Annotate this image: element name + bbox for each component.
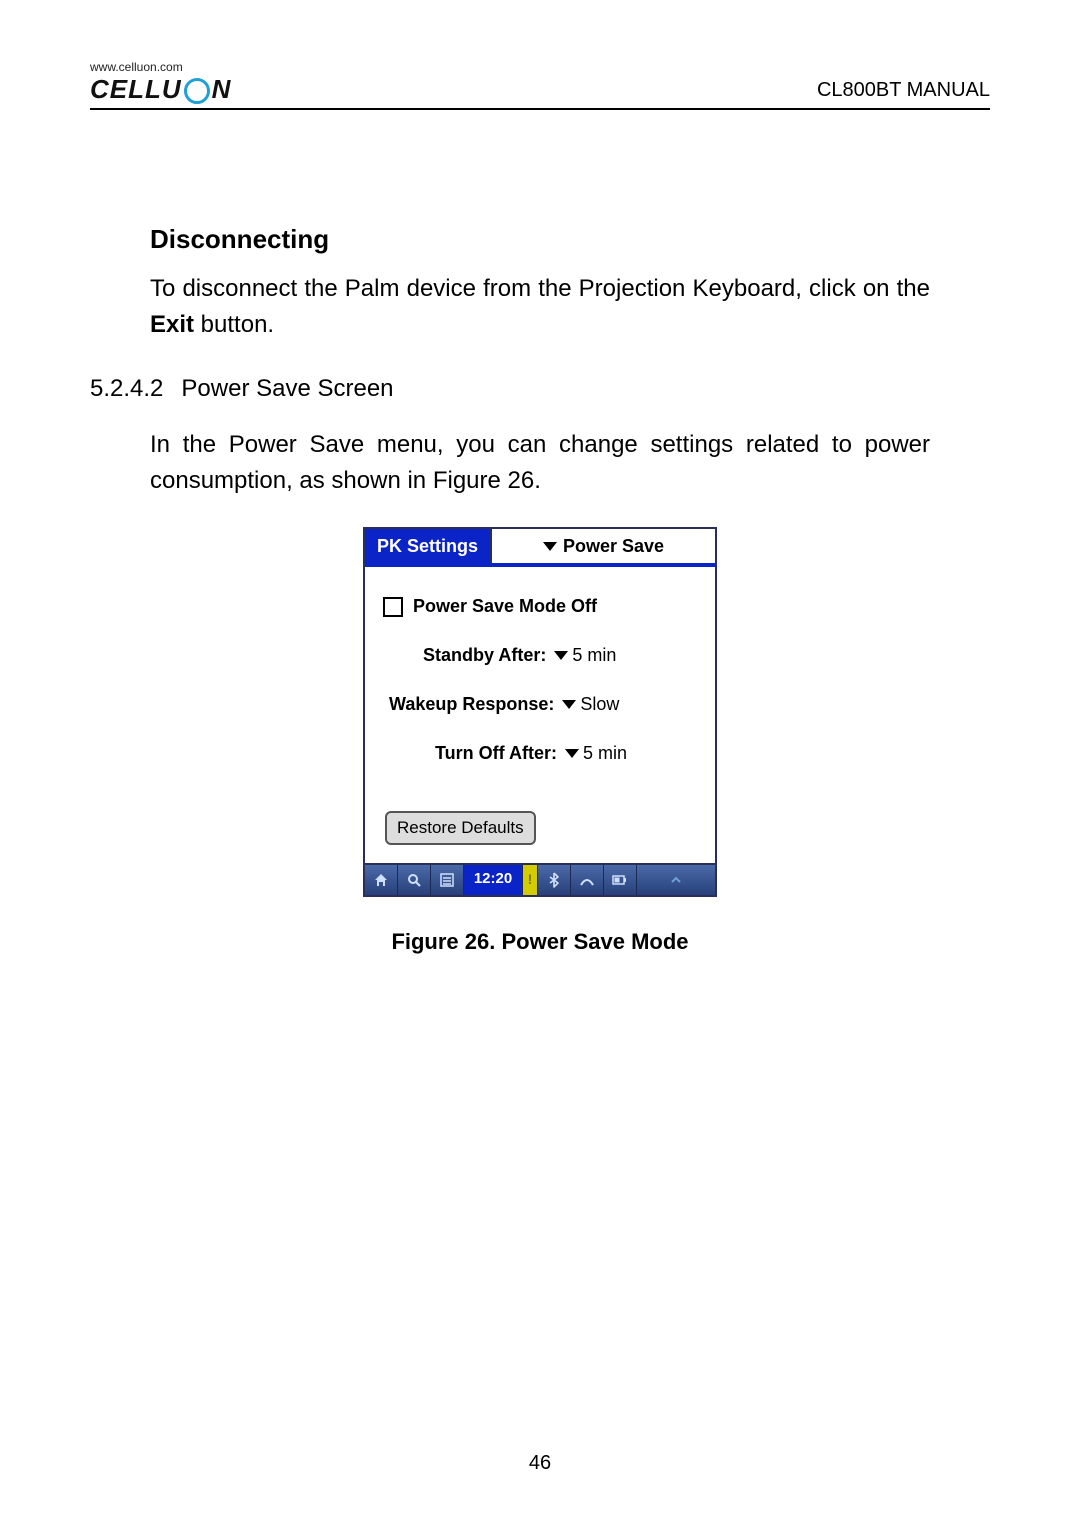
search-icon[interactable] xyxy=(398,865,431,895)
wakeup-response-label: Wakeup Response: xyxy=(389,691,554,718)
para-disconnect-exit: Exit xyxy=(150,311,194,338)
palm-title-app[interactable]: PK Settings xyxy=(365,529,490,563)
logo-text-left: CELLU xyxy=(90,76,182,102)
section-number: 5.2.4.2 xyxy=(90,375,163,402)
checkbox-icon[interactable] xyxy=(383,597,403,617)
standby-after-label: Standby After: xyxy=(423,642,546,669)
para-powersave: In the Power Save menu, you can change s… xyxy=(150,427,930,499)
chevron-down-icon xyxy=(565,749,579,758)
chevron-down-icon xyxy=(554,651,568,660)
row-power-save-mode[interactable]: Power Save Mode Off xyxy=(383,593,697,620)
standby-after-value: 5 min xyxy=(572,642,616,669)
menu-icon[interactable] xyxy=(431,865,464,895)
row-standby-after[interactable]: Standby After: 5 min xyxy=(383,642,697,669)
bluetooth-icon[interactable] xyxy=(538,865,571,895)
page-content: Disconnecting To disconnect the Palm dev… xyxy=(90,110,990,958)
wakeup-response-value: Slow xyxy=(580,691,619,718)
turn-off-after-value: 5 min xyxy=(583,740,627,767)
restore-defaults-button[interactable]: Restore Defaults xyxy=(385,811,536,845)
section-title: Power Save Screen xyxy=(181,375,393,402)
palm-title-menu-label: Power Save xyxy=(563,533,664,560)
alert-icon[interactable]: ! xyxy=(523,865,538,895)
expand-icon[interactable] xyxy=(637,865,715,895)
chevron-down-icon xyxy=(562,700,576,709)
palm-body: Power Save Mode Off Standby After: 5 min… xyxy=(365,567,715,863)
palm-titlebar: PK Settings Power Save xyxy=(365,529,715,563)
para-disconnect-a: To disconnect the Palm device from the P… xyxy=(150,275,930,302)
palm-title-menu[interactable]: Power Save xyxy=(490,529,715,563)
palm-taskbar: 12:20 ! xyxy=(365,863,715,895)
doc-title: CL800BT MANUAL xyxy=(817,79,990,102)
battery-icon[interactable] xyxy=(604,865,637,895)
home-icon[interactable] xyxy=(365,865,398,895)
figure-caption: Figure 26. Power Save Mode xyxy=(150,925,930,958)
logo-text-right: N xyxy=(212,76,232,102)
celluon-logo: CELLU N xyxy=(90,76,231,102)
chevron-down-icon xyxy=(543,542,557,551)
power-save-mode-label: Power Save Mode Off xyxy=(413,593,597,620)
turn-off-after-label: Turn Off After: xyxy=(435,740,557,767)
row-turn-off-after[interactable]: Turn Off After: 5 min xyxy=(383,740,697,767)
para-disconnect: To disconnect the Palm device from the P… xyxy=(150,271,930,343)
header-url: www.celluon.com xyxy=(90,60,231,74)
page-header: www.celluon.com CELLU N CL800BT MANUAL xyxy=(90,60,990,110)
row-wakeup-response[interactable]: Wakeup Response: Slow xyxy=(383,691,697,718)
figure-wrapper: PK Settings Power Save Power Save Mode O… xyxy=(150,527,930,897)
logo-o-icon xyxy=(184,78,210,104)
taskbar-clock[interactable]: 12:20 xyxy=(464,865,523,895)
heading-disconnecting: Disconnecting xyxy=(150,220,930,259)
section-heading: 5.2.4.2 Power Save Screen xyxy=(90,371,930,407)
signal-icon[interactable] xyxy=(571,865,604,895)
para-disconnect-b: button. xyxy=(194,311,274,338)
palm-screenshot: PK Settings Power Save Power Save Mode O… xyxy=(363,527,717,897)
header-left: www.celluon.com CELLU N xyxy=(90,60,231,102)
page-number: 46 xyxy=(0,1452,1080,1475)
